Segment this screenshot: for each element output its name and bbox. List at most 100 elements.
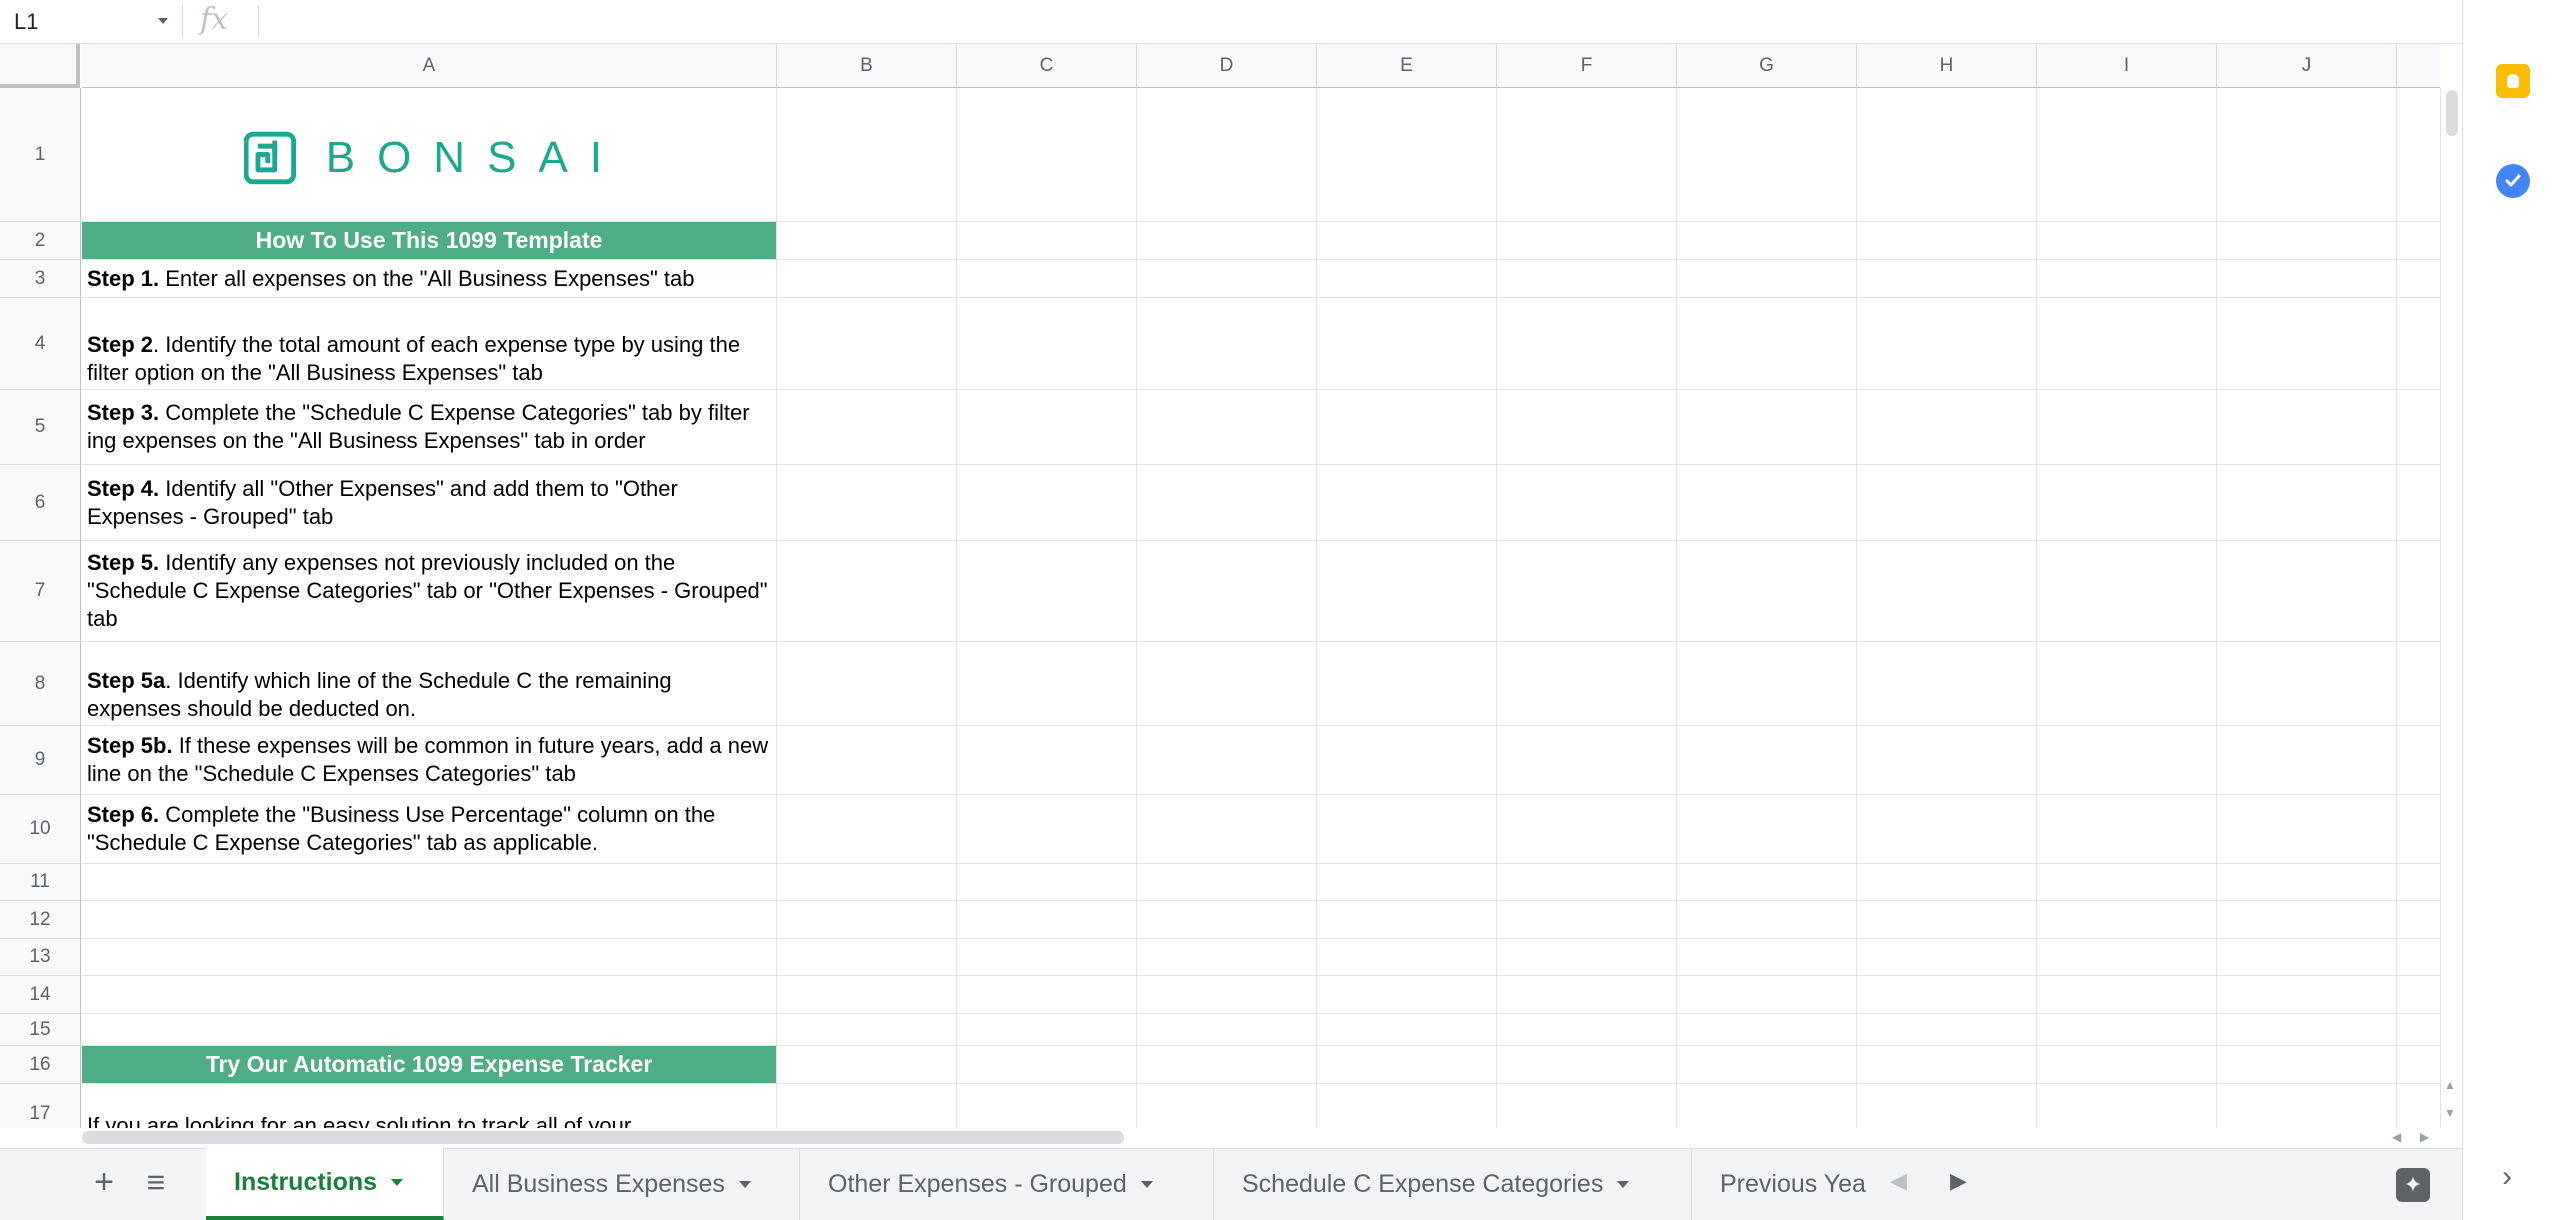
row-header[interactable]: 14 xyxy=(0,976,81,1014)
name-box-dropdown-icon[interactable] xyxy=(158,18,168,24)
bonsai-logo-text: BONSAI xyxy=(325,133,624,182)
column-gridline xyxy=(1496,88,1497,1132)
column-header[interactable]: J xyxy=(2217,44,2397,88)
explore-icon[interactable]: ✦ xyxy=(2396,1168,2430,1202)
step-label: Step 4. Identify all "Other Expenses" an… xyxy=(87,475,678,529)
tab-instructions[interactable]: Instructions xyxy=(206,1148,444,1220)
expand-side-panel-icon[interactable]: › xyxy=(2502,1160,2512,1194)
row-header[interactable]: 8 xyxy=(0,642,81,726)
row-header[interactable]: 1 xyxy=(0,88,81,222)
column-header[interactable]: H xyxy=(1857,44,2037,88)
column-header[interactable]: A xyxy=(82,44,777,88)
row-gridline xyxy=(81,863,2440,864)
column-gridline xyxy=(2036,88,2037,1132)
column-gridline xyxy=(956,88,957,1132)
vertical-scrollbar-thumb[interactable] xyxy=(2446,90,2458,136)
tasks-check-icon xyxy=(2505,174,2521,187)
formula-input[interactable] xyxy=(270,0,2450,44)
column-header[interactable]: F xyxy=(1497,44,1677,88)
scroll-right-icon[interactable]: ▶ xyxy=(2420,1130,2429,1144)
tab-previous-year[interactable]: Previous Yea xyxy=(1692,1148,1872,1220)
tab-all-business-expenses[interactable]: All Business Expenses xyxy=(444,1148,800,1220)
column-header[interactable]: G xyxy=(1677,44,1857,88)
prev-tab-icon[interactable]: ◀ xyxy=(1890,1168,1907,1194)
scroll-up-icon[interactable]: ▲ xyxy=(2444,1078,2456,1092)
row-header[interactable]: 3 xyxy=(0,260,81,298)
step-5b-cell[interactable]: Step 5b. If these expenses will be commo… xyxy=(82,726,776,794)
column-gridline xyxy=(1316,88,1317,1132)
row-gridline xyxy=(81,938,2440,939)
step-label: Step 5b. If these expenses will be commo… xyxy=(87,733,769,786)
step-3-cell[interactable]: Step 3. Complete the "Schedule C Expense… xyxy=(82,390,776,464)
cell-reference: L1 xyxy=(14,9,39,34)
tab-schedule-c-expense-categories[interactable]: Schedule C Expense Categories xyxy=(1214,1148,1692,1220)
select-all-corner[interactable] xyxy=(0,44,80,88)
tab-label: Instructions xyxy=(234,1167,378,1196)
column-header[interactable]: C xyxy=(957,44,1137,88)
row-header[interactable]: 10 xyxy=(0,795,81,864)
tracker-banner[interactable]: Try Our Automatic 1099 Expense Tracker xyxy=(82,1046,776,1083)
row-header[interactable]: 9 xyxy=(0,726,81,795)
formula-bar-divider xyxy=(258,6,259,38)
step-label: Step 3. Complete the "Schedule C Expense… xyxy=(87,400,750,453)
row-header[interactable]: 6 xyxy=(0,465,81,541)
step-label: Step 5. Identify any expenses not previo… xyxy=(87,550,768,631)
vertical-scrollbar[interactable] xyxy=(2440,88,2462,1132)
column-gridline xyxy=(1136,88,1137,1132)
step-label: Step 1. Enter all expenses on the "All B… xyxy=(87,265,695,291)
tab-menu-icon[interactable] xyxy=(1617,1180,1630,1188)
tasks-icon[interactable] xyxy=(2496,164,2530,198)
step-label: Step 6. Complete the "Business Use Perce… xyxy=(87,802,716,855)
bonsai-logo: BONSAI xyxy=(244,117,624,199)
tab-label: Schedule C Expense Categories xyxy=(1242,1169,1604,1198)
instructions-banner[interactable]: How To Use This 1099 Template xyxy=(82,222,776,259)
tab-label: Other Expenses - Grouped xyxy=(828,1169,1127,1198)
row-gridline xyxy=(81,975,2440,976)
tab-other-expenses-grouped[interactable]: Other Expenses - Grouped xyxy=(800,1148,1214,1220)
column-header[interactable]: D xyxy=(1137,44,1317,88)
column-gridline xyxy=(2216,88,2217,1132)
row-header[interactable]: 4 xyxy=(0,298,81,390)
column-header[interactable]: B xyxy=(777,44,957,88)
step-5a-cell[interactable]: Step 5a. Identify which line of the Sche… xyxy=(82,642,776,725)
tab-menu-icon[interactable] xyxy=(738,1180,751,1188)
tab-menu-icon[interactable] xyxy=(391,1178,404,1186)
step-1-cell[interactable]: Step 1. Enter all expenses on the "All B… xyxy=(82,260,776,297)
name-box[interactable]: L1 xyxy=(0,0,180,44)
column-header[interactable]: E xyxy=(1317,44,1497,88)
column-gridline xyxy=(1676,88,1677,1132)
scroll-left-icon[interactable]: ◀ xyxy=(2392,1130,2401,1144)
tab-menu-icon[interactable] xyxy=(1140,1180,1153,1188)
row-gridline xyxy=(81,900,2440,901)
add-sheet-icon[interactable]: + xyxy=(84,1162,124,1202)
column-gridline xyxy=(1856,88,1857,1132)
tab-label: All Business Expenses xyxy=(472,1169,725,1198)
horizontal-scrollbar-thumb[interactable] xyxy=(82,1131,1124,1144)
row-header[interactable]: 17 xyxy=(0,1084,81,1132)
column-header-empty xyxy=(2397,44,2440,88)
spreadsheet-grid[interactable]: ABCDEFGHIJ 1 2 3 4 5 6 7 8 9 10 11 12 13 14 15 16 17 BON… xyxy=(0,44,2440,1132)
row-header[interactable]: 16 xyxy=(0,1046,81,1084)
all-sheets-icon[interactable]: ≡ xyxy=(136,1162,176,1202)
bonsai-logo-icon xyxy=(244,131,296,185)
row-header[interactable]: 5 xyxy=(0,390,81,465)
column-header[interactable]: I xyxy=(2037,44,2217,88)
step-5-cell[interactable]: Step 5. Identify any expenses not previo… xyxy=(82,541,776,641)
keep-icon[interactable] xyxy=(2496,64,2530,98)
step-2-cell[interactable]: Step 2. Identify the total amount of eac… xyxy=(82,298,776,389)
row-gridline xyxy=(81,1013,2440,1014)
row-header[interactable]: 2 xyxy=(0,222,81,260)
step-label: Step 2. Identify the total amount of eac… xyxy=(87,332,741,385)
step-4-cell[interactable]: Step 4. Identify all "Other Expenses" an… xyxy=(82,465,776,540)
row-header[interactable]: 13 xyxy=(0,939,81,976)
next-tab-icon[interactable]: ▶ xyxy=(1950,1168,1967,1194)
scroll-down-icon[interactable]: ▼ xyxy=(2444,1106,2456,1120)
tab-label: Previous Yea xyxy=(1720,1169,1866,1198)
row-header[interactable]: 11 xyxy=(0,864,81,901)
column-gridline xyxy=(776,88,777,1132)
row-header[interactable]: 15 xyxy=(0,1014,81,1046)
row-header[interactable]: 7 xyxy=(0,541,81,642)
step-6-cell[interactable]: Step 6. Complete the "Business Use Perce… xyxy=(82,795,776,863)
row-gridline xyxy=(81,1083,2440,1084)
row-header[interactable]: 12 xyxy=(0,901,81,939)
